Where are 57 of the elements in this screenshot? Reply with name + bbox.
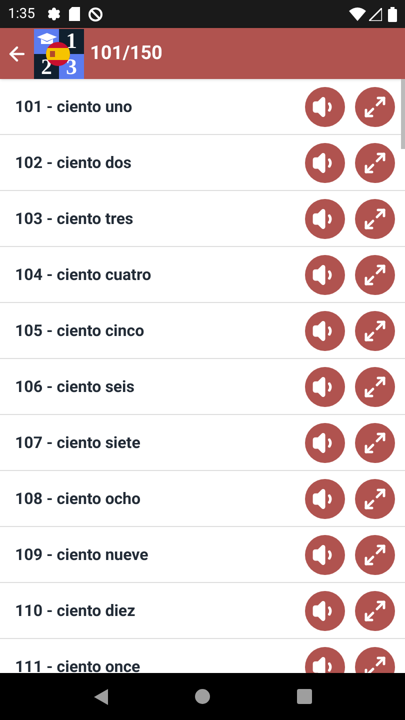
blocked-circle-icon — [88, 6, 103, 22]
expand-icon — [363, 486, 387, 510]
expand-button[interactable] — [355, 86, 395, 126]
play-sound-button[interactable] — [305, 590, 345, 630]
number-text: 105 - ciento cinco — [15, 320, 146, 342]
page-title: 101/150 — [90, 40, 162, 66]
logo-digit: 3 — [66, 56, 77, 78]
expand-icon — [363, 598, 387, 622]
expand-button[interactable] — [355, 198, 395, 238]
number-text: 104 - ciento cuatro — [15, 264, 152, 286]
number-text: 110 - ciento diez — [15, 600, 136, 622]
play-sound-button[interactable] — [305, 366, 345, 406]
number-text: 102 - ciento dos — [15, 152, 132, 174]
expand-icon — [363, 318, 387, 342]
expand-button[interactable] — [355, 534, 395, 574]
expand-icon — [363, 94, 387, 118]
play-sound-button[interactable] — [305, 142, 345, 182]
sd-card-icon — [69, 7, 80, 21]
expand-icon — [363, 150, 387, 174]
graduation-cap-icon — [36, 32, 56, 44]
expand-icon — [363, 374, 387, 398]
play-sound-button[interactable] — [305, 86, 345, 126]
expand-button[interactable] — [355, 142, 395, 182]
logo-digit: 1 — [66, 30, 77, 52]
scrollbar — [401, 79, 405, 149]
recents-square-icon[interactable] — [296, 689, 312, 704]
signal-icon — [369, 8, 382, 20]
play-sound-button[interactable] — [305, 310, 345, 350]
expand-button[interactable] — [355, 590, 395, 630]
number-text: 109 - ciento nueve — [15, 544, 150, 566]
expand-icon — [363, 430, 387, 454]
number-text: 103 - ciento tres — [15, 208, 134, 230]
expand-icon — [363, 542, 387, 566]
expand-icon — [363, 206, 387, 230]
battery-icon — [388, 6, 397, 22]
expand-icon — [363, 654, 387, 673]
back-triangle-icon[interactable] — [94, 688, 108, 704]
expand-button[interactable] — [355, 254, 395, 294]
expand-icon — [363, 262, 387, 286]
number-text: 108 - ciento ocho — [15, 488, 142, 510]
number-text: 101 - ciento uno — [15, 96, 134, 118]
number-text: 111 - ciento once — [15, 656, 142, 673]
play-sound-button[interactable] — [305, 534, 345, 574]
play-sound-button[interactable] — [305, 422, 345, 462]
number-text: 106 - ciento seis — [15, 376, 136, 398]
settings-icon — [47, 7, 61, 21]
status-time: 1:35 — [8, 4, 35, 24]
play-sound-button[interactable] — [305, 254, 345, 294]
play-sound-button[interactable] — [305, 478, 345, 518]
expand-button[interactable] — [355, 366, 395, 406]
expand-button[interactable] — [355, 422, 395, 462]
expand-button[interactable] — [355, 310, 395, 350]
play-sound-button[interactable] — [305, 198, 345, 238]
expand-button[interactable] — [355, 478, 395, 518]
number-text: 107 - ciento siete — [15, 432, 142, 454]
wifi-icon — [349, 7, 366, 21]
home-circle-icon[interactable] — [194, 689, 210, 704]
